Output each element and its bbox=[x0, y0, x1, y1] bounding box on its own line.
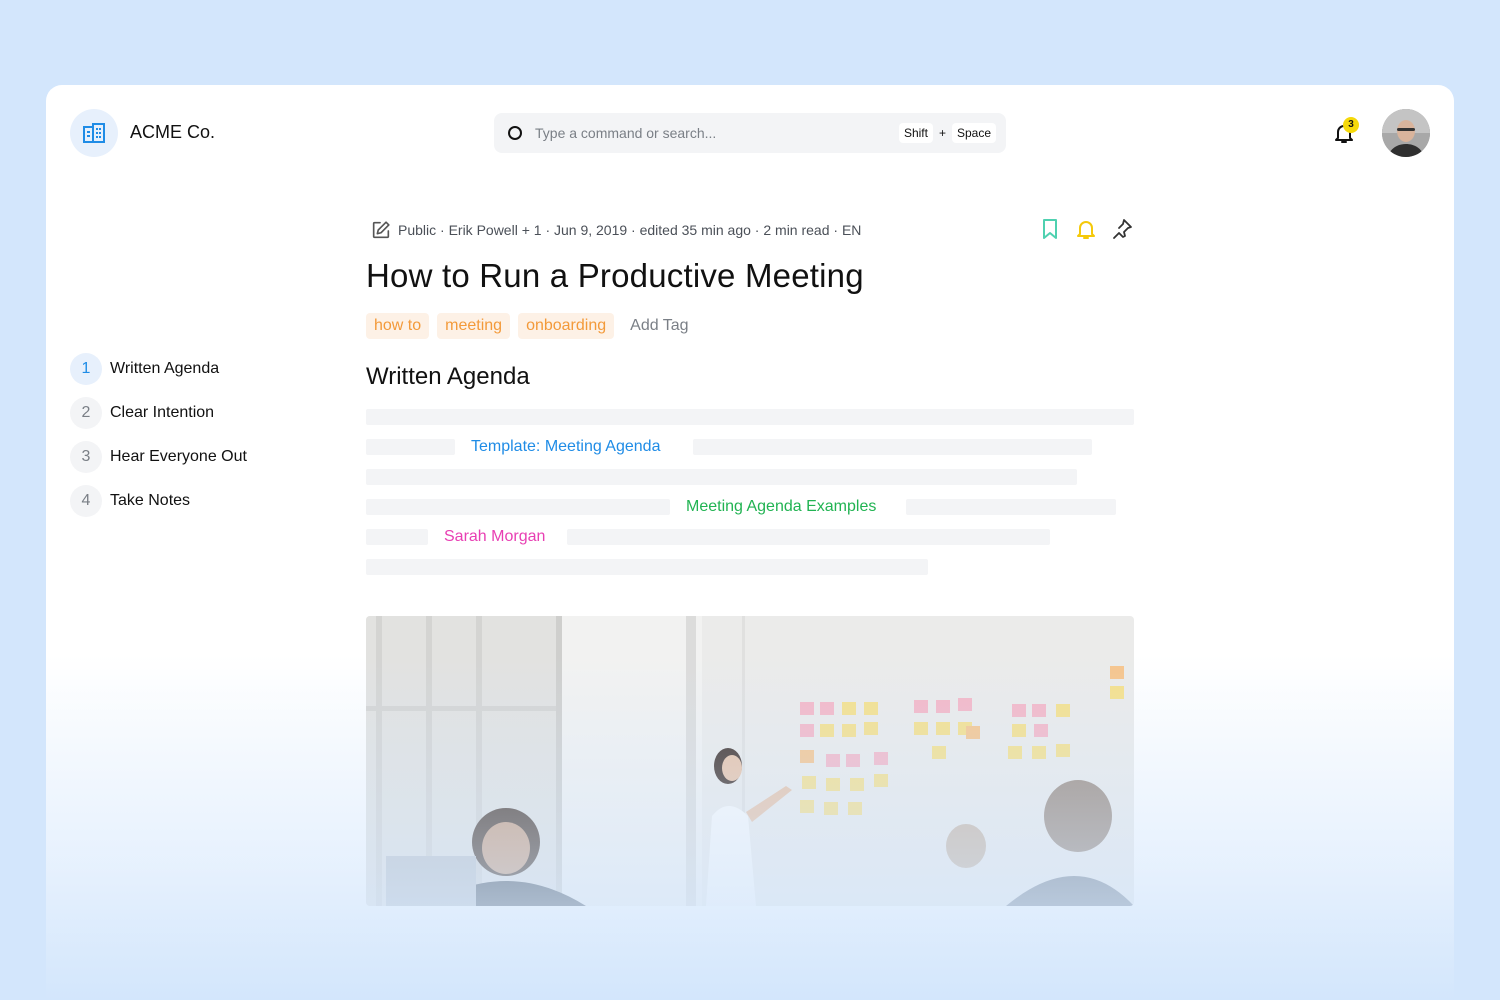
toc-item-written-agenda[interactable]: 1 Written Agenda bbox=[70, 353, 247, 385]
toc-number: 2 bbox=[70, 397, 102, 429]
tag-meeting[interactable]: meeting bbox=[437, 313, 511, 339]
meeting-photo bbox=[366, 616, 1134, 906]
article-meta: Public · Erik Powell + 1 · Jun 9, 2019 ·… bbox=[370, 219, 861, 241]
section-heading: Written Agenda bbox=[366, 363, 530, 390]
tag-onboarding[interactable]: onboarding bbox=[518, 313, 615, 339]
subscribe-bell-icon[interactable] bbox=[1074, 217, 1098, 241]
toc-label: Clear Intention bbox=[110, 404, 215, 421]
pin-icon[interactable] bbox=[1110, 217, 1134, 241]
table-of-contents: 1 Written Agenda 2 Clear Intention 3 Hea… bbox=[70, 353, 247, 529]
bookmark-icon[interactable] bbox=[1038, 217, 1062, 241]
toc-item-clear-intention[interactable]: 2 Clear Intention bbox=[70, 397, 247, 429]
tag-list: how to meeting onboarding Add Tag bbox=[366, 313, 689, 339]
toc-label: Hear Everyone Out bbox=[110, 448, 247, 465]
toc-number: 1 bbox=[70, 353, 102, 385]
text-placeholder-line bbox=[366, 559, 928, 575]
add-tag-button[interactable]: Add Tag bbox=[630, 317, 688, 335]
text-placeholder-line bbox=[366, 439, 455, 455]
article-title: How to Run a Productive Meeting bbox=[366, 257, 864, 294]
toc-label: Take Notes bbox=[110, 492, 191, 509]
toc-number: 3 bbox=[70, 441, 102, 473]
text-placeholder-line bbox=[906, 499, 1116, 515]
article-image bbox=[366, 616, 1134, 906]
app-window: ACME Co. Type a command or search... Shi… bbox=[46, 85, 1454, 1000]
toc-item-take-notes[interactable]: 4 Take Notes bbox=[70, 485, 247, 517]
text-placeholder-line bbox=[366, 529, 428, 545]
examples-link[interactable]: Meeting Agenda Examples bbox=[686, 497, 876, 517]
search-icon bbox=[508, 126, 522, 140]
avatar-photo bbox=[1382, 109, 1430, 157]
toc-label: Written Agenda bbox=[110, 360, 220, 377]
shortcut-key-shift: Shift bbox=[898, 123, 933, 143]
company-name: ACME Co. bbox=[130, 122, 216, 142]
user-avatar[interactable] bbox=[1382, 109, 1430, 157]
building-icon bbox=[83, 123, 105, 143]
text-placeholder-line bbox=[567, 529, 1050, 545]
article-actions bbox=[1038, 217, 1134, 241]
user-mention[interactable]: Sarah Morgan bbox=[444, 527, 545, 547]
text-placeholder-line bbox=[366, 469, 1077, 485]
text-placeholder-line bbox=[366, 499, 670, 515]
article-meta-text: Public · Erik Powell + 1 · Jun 9, 2019 ·… bbox=[398, 222, 862, 238]
shortcut-key-space: Space bbox=[951, 123, 996, 143]
command-search-bar[interactable]: Type a command or search... Shift + Spac… bbox=[494, 113, 1006, 153]
text-placeholder-line bbox=[693, 439, 1092, 455]
tag-how-to[interactable]: how to bbox=[366, 313, 430, 339]
text-placeholder-line bbox=[366, 409, 1134, 425]
search-input[interactable]: Type a command or search... bbox=[535, 125, 899, 141]
edit-icon[interactable] bbox=[370, 219, 392, 241]
toc-item-hear-everyone-out[interactable]: 3 Hear Everyone Out bbox=[70, 441, 247, 473]
notification-count-badge: 3 bbox=[1343, 117, 1359, 133]
toc-number: 4 bbox=[70, 485, 102, 517]
shortcut-plus: + bbox=[938, 126, 946, 140]
company-logo[interactable] bbox=[70, 109, 118, 157]
template-link[interactable]: Template: Meeting Agenda bbox=[471, 437, 660, 457]
